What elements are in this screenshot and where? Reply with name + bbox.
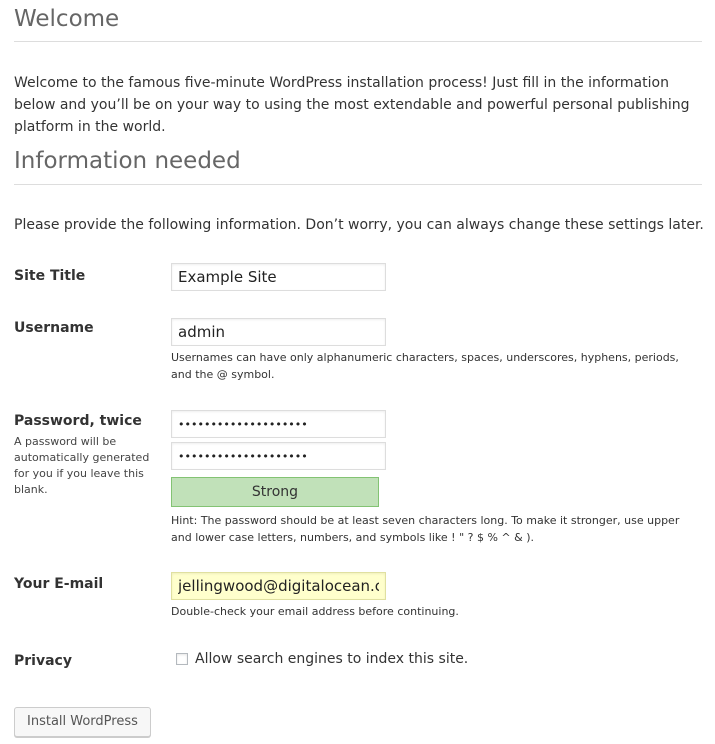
password-strength-indicator: Strong bbox=[171, 477, 379, 507]
install-wordpress-button[interactable]: Install WordPress bbox=[14, 707, 151, 737]
password-input-1[interactable] bbox=[171, 410, 386, 438]
username-hint: Usernames can have only alphanumeric cha… bbox=[171, 351, 679, 381]
info-lead: Please provide the following information… bbox=[14, 217, 704, 233]
welcome-divider bbox=[14, 41, 702, 42]
email-label: Your E-mail bbox=[14, 576, 104, 592]
password-label: Password, twice bbox=[14, 413, 142, 429]
info-heading: Information needed bbox=[14, 148, 241, 174]
search-engine-checkbox-label[interactable]: Allow search engines to index this site. bbox=[195, 651, 468, 667]
username-label: Username bbox=[14, 320, 94, 336]
welcome-heading: Welcome bbox=[14, 6, 120, 32]
password-input-2[interactable] bbox=[171, 442, 386, 470]
welcome-intro: Welcome to the famous five-minute WordPr… bbox=[14, 75, 690, 135]
email-hint: Double-check your email address before c… bbox=[171, 605, 459, 618]
search-engine-checkbox[interactable] bbox=[176, 653, 188, 665]
password-sublabel: A password will be automatically generat… bbox=[14, 435, 150, 496]
password-hint: Hint: The password should be at least se… bbox=[171, 514, 680, 544]
site-title-input[interactable] bbox=[171, 263, 386, 291]
privacy-label: Privacy bbox=[14, 653, 72, 669]
site-title-label: Site Title bbox=[14, 268, 86, 284]
info-divider bbox=[14, 184, 702, 185]
username-input[interactable] bbox=[171, 318, 386, 346]
email-input[interactable] bbox=[171, 572, 386, 600]
